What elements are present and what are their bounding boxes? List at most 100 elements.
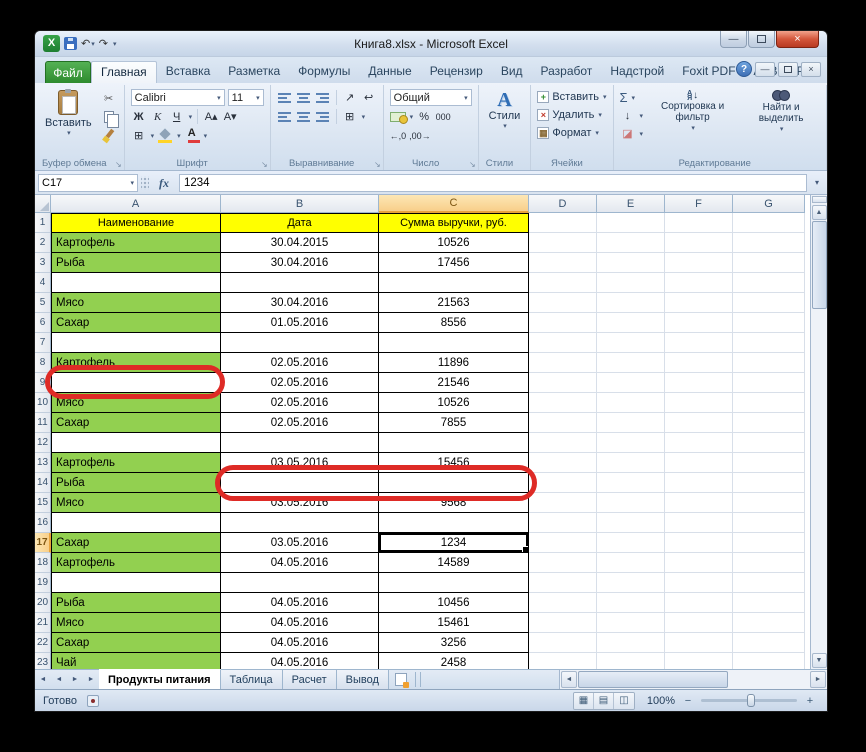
cell-D9[interactable] <box>529 373 597 393</box>
cell-B3[interactable]: 30.04.2016 <box>221 253 379 273</box>
file-tab[interactable]: Файл <box>45 61 91 83</box>
cell-A5[interactable]: Мясо <box>51 293 221 313</box>
cell-G8[interactable] <box>733 353 805 373</box>
chevron-down-icon[interactable]: ▾ <box>189 113 193 121</box>
sheet-tab-продукты-питания[interactable]: Продукты питания <box>99 669 221 689</box>
cell-F18[interactable] <box>665 553 733 573</box>
cell-C19[interactable] <box>379 573 529 593</box>
record-macro-icon[interactable] <box>87 695 99 707</box>
cell-C4[interactable] <box>379 273 529 293</box>
cell-E11[interactable] <box>597 413 665 433</box>
cell-C18[interactable]: 14589 <box>379 553 529 573</box>
format-painter-button[interactable] <box>100 128 118 144</box>
prev-sheet-button[interactable]: ◄ <box>51 670 67 689</box>
row-header-19[interactable]: 19 <box>35 573 51 593</box>
cell-C12[interactable] <box>379 433 529 453</box>
cell-G9[interactable] <box>733 373 805 393</box>
cell-B23[interactable]: 04.05.2016 <box>221 653 379 669</box>
vertical-split-handle[interactable] <box>812 196 827 203</box>
align-right-button[interactable] <box>315 109 331 125</box>
cell-C2[interactable]: 10526 <box>379 233 529 253</box>
cell-A11[interactable]: Сахар <box>51 413 221 433</box>
row-header-13[interactable]: 13 <box>35 453 51 473</box>
cell-A18[interactable]: Картофель <box>51 553 221 573</box>
sheet-tab-расчет[interactable]: Расчет <box>283 670 337 689</box>
cell-F1[interactable] <box>665 213 733 233</box>
insert-function-button[interactable]: fx <box>152 174 176 192</box>
cell-A10[interactable]: Мясо <box>51 393 221 413</box>
sheet-tab-вывод[interactable]: Вывод <box>337 670 389 689</box>
cell-F20[interactable] <box>665 593 733 613</box>
formula-input[interactable]: 1234 <box>179 174 807 192</box>
cell-A20[interactable]: Рыба <box>51 593 221 613</box>
horizontal-scrollbar[interactable]: ◄ ► <box>559 670 827 689</box>
cell-E20[interactable] <box>597 593 665 613</box>
cell-D14[interactable] <box>529 473 597 493</box>
cell-F4[interactable] <box>665 273 733 293</box>
ribbon-tab-формулы[interactable]: Формулы <box>289 61 359 83</box>
row-header-6[interactable]: 6 <box>35 313 51 333</box>
cell-G5[interactable] <box>733 293 805 313</box>
close-button[interactable]: × <box>776 31 819 48</box>
chevron-down-icon[interactable]: ▾ <box>151 132 155 140</box>
horizontal-scroll-track[interactable] <box>578 670 809 689</box>
increase-decimal-button[interactable]: ←,0 <box>390 128 407 144</box>
cell-C5[interactable]: 21563 <box>379 293 529 313</box>
row-header-3[interactable]: 3 <box>35 253 51 273</box>
cell-G1[interactable] <box>733 213 805 233</box>
align-bottom-button[interactable] <box>315 90 331 106</box>
cell-C16[interactable] <box>379 513 529 533</box>
cell-F16[interactable] <box>665 513 733 533</box>
insert-cells-button[interactable]: + Вставить ▾ <box>537 88 606 106</box>
cell-C11[interactable]: 7855 <box>379 413 529 433</box>
cell-D17[interactable] <box>529 533 597 553</box>
cell-D21[interactable] <box>529 613 597 633</box>
cell-C23[interactable]: 2458 <box>379 653 529 669</box>
cell-A21[interactable]: Мясо <box>51 613 221 633</box>
cell-C10[interactable]: 10526 <box>379 393 529 413</box>
cell-D4[interactable] <box>529 273 597 293</box>
ribbon-tab-данные[interactable]: Данные <box>359 61 420 83</box>
autosum-button[interactable]: Σ <box>620 90 628 105</box>
cell-F14[interactable] <box>665 473 733 493</box>
cell-G14[interactable] <box>733 473 805 493</box>
ribbon-tab-вид[interactable]: Вид <box>492 61 532 83</box>
underline-button[interactable]: Ч <box>169 109 185 125</box>
ribbon-tab-рецензир[interactable]: Рецензир <box>421 61 492 83</box>
cell-G6[interactable] <box>733 313 805 333</box>
cell-A4[interactable] <box>51 273 221 293</box>
cell-E14[interactable] <box>597 473 665 493</box>
fill-color-button[interactable] <box>157 128 173 144</box>
chevron-down-icon[interactable]: ▾ <box>204 132 208 140</box>
vertical-scrollbar[interactable]: ▲ ▼ <box>810 195 827 669</box>
cell-G21[interactable] <box>733 613 805 633</box>
cell-G20[interactable] <box>733 593 805 613</box>
cell-A7[interactable] <box>51 333 221 353</box>
cell-B8[interactable]: 02.05.2016 <box>221 353 379 373</box>
cell-E8[interactable] <box>597 353 665 373</box>
cell-B2[interactable]: 30.04.2015 <box>221 233 379 253</box>
ribbon-tab-разработ[interactable]: Разработ <box>532 61 602 83</box>
cell-C17[interactable]: 1234 <box>379 533 529 553</box>
ribbon-tab-foxit-pdf[interactable]: Foxit PDF <box>673 61 744 83</box>
row-header-17[interactable]: 17 <box>35 533 51 553</box>
cell-D2[interactable] <box>529 233 597 253</box>
row-header-22[interactable]: 22 <box>35 633 51 653</box>
cell-G2[interactable] <box>733 233 805 253</box>
zoom-out-button[interactable]: − <box>681 694 695 708</box>
shrink-font-button[interactable]: А▾ <box>222 109 238 125</box>
cell-D15[interactable] <box>529 493 597 513</box>
ribbon-tab-надстрой[interactable]: Надстрой <box>601 61 673 83</box>
cell-C8[interactable]: 11896 <box>379 353 529 373</box>
percent-style-button[interactable]: % <box>416 109 432 125</box>
comma-style-button[interactable]: 000 <box>435 109 451 125</box>
cell-E1[interactable] <box>597 213 665 233</box>
cell-A3[interactable]: Рыба <box>51 253 221 273</box>
zoom-slider-thumb[interactable] <box>747 694 755 707</box>
cell-D3[interactable] <box>529 253 597 273</box>
cell-C6[interactable]: 8556 <box>379 313 529 333</box>
font-color-button[interactable]: А <box>184 128 200 144</box>
align-left-button[interactable] <box>277 109 293 125</box>
page-break-view-button[interactable]: ◫ <box>614 693 634 709</box>
cell-B5[interactable]: 30.04.2016 <box>221 293 379 313</box>
